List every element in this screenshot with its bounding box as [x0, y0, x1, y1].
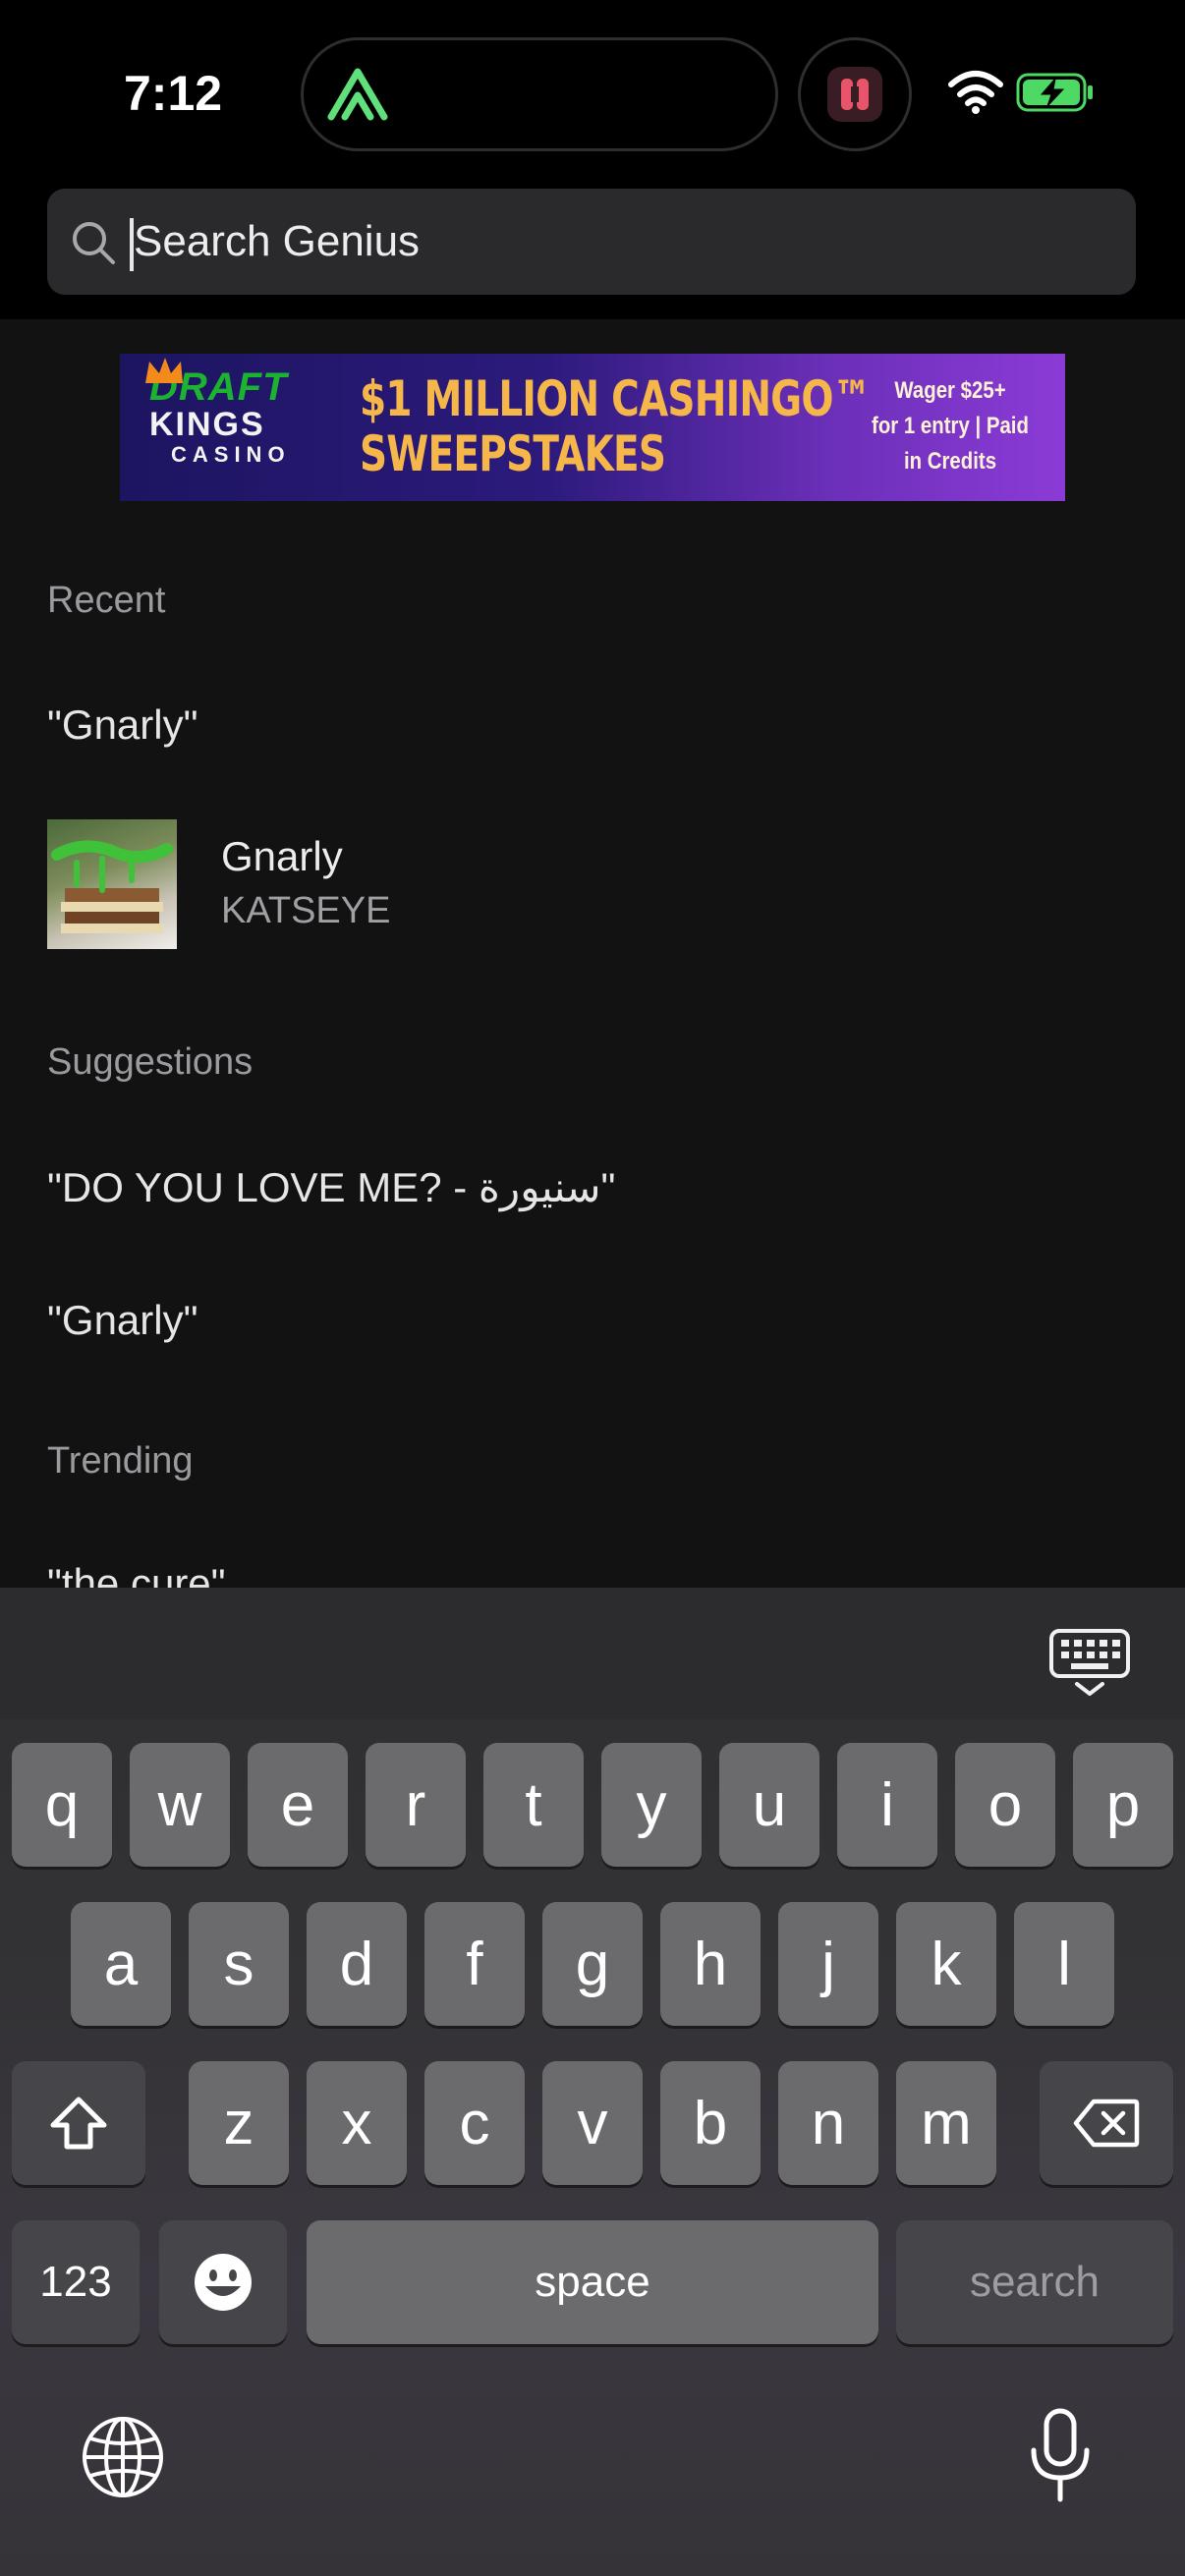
live-activity-app[interactable]: [798, 37, 912, 151]
key-p[interactable]: p: [1073, 1743, 1173, 1867]
space-key[interactable]: space: [307, 2220, 878, 2344]
globe-icon[interactable]: [81, 2415, 165, 2499]
trending-heading: Trending: [47, 1440, 194, 1482]
recent-song-row[interactable]: Gnarly KATSEYE: [47, 819, 1138, 951]
dynamic-island[interactable]: [301, 37, 778, 151]
key-f[interactable]: f: [424, 1902, 525, 2026]
suggestions-heading: Suggestions: [47, 1041, 254, 1083]
brand-line-2: KINGS: [149, 406, 265, 443]
status-bar: 7:12: [0, 0, 1185, 187]
key-v[interactable]: v: [542, 2061, 643, 2185]
app-badge-icon: [827, 67, 882, 122]
key-o[interactable]: o: [955, 1743, 1055, 1867]
key-s[interactable]: s: [189, 1902, 289, 2026]
key-b[interactable]: b: [660, 2061, 761, 2185]
mountain-logo-icon: [327, 68, 388, 121]
promo-line-1: $1 MILLION CASHINGO™: [360, 370, 872, 427]
delete-key[interactable]: [1040, 2061, 1173, 2185]
key-m[interactable]: m: [896, 2061, 996, 2185]
ad-banner[interactable]: DRAFT KINGS CASINO $1 MILLION CASHINGO™ …: [120, 354, 1065, 501]
battery-charging-icon: [1016, 73, 1093, 112]
keyboard-dismiss-icon[interactable]: [1047, 1627, 1132, 1698]
key-h[interactable]: h: [660, 1902, 761, 2026]
key-g[interactable]: g: [542, 1902, 643, 2026]
search-header: [0, 187, 1185, 319]
song-artist: KATSEYE: [221, 890, 391, 931]
microphone-icon[interactable]: [1026, 2407, 1095, 2505]
shift-icon: [50, 2097, 107, 2150]
promo-line-2: SWEEPSTAKES: [360, 425, 666, 482]
recent-query[interactable]: "Gnarly": [47, 701, 198, 749]
key-j[interactable]: j: [778, 1902, 878, 2026]
wifi-icon: [948, 71, 1003, 114]
terms-line-1: Wager $25+: [894, 377, 1006, 404]
shift-key[interactable]: [12, 2061, 145, 2185]
search-bar[interactable]: [47, 189, 1136, 295]
key-k[interactable]: k: [896, 1902, 996, 2026]
emoji-key[interactable]: [159, 2220, 287, 2344]
keyboard: q w e r t y u i o p a s d f g h j k l z …: [0, 1588, 1185, 2576]
key-r[interactable]: r: [366, 1743, 466, 1867]
promo-headline: $1 MILLION CASHINGO™ SWEEPSTAKES: [360, 370, 872, 482]
search-input[interactable]: [134, 189, 1077, 295]
song-title: Gnarly: [221, 833, 343, 879]
emoji-icon: [195, 2254, 252, 2311]
search-icon: [73, 222, 115, 264]
key-i[interactable]: i: [837, 1743, 937, 1867]
key-d[interactable]: d: [307, 1902, 407, 2026]
crown-icon: [145, 358, 183, 383]
status-time: 7:12: [124, 66, 223, 121]
numbers-key[interactable]: 123: [12, 2220, 140, 2344]
key-u[interactable]: u: [719, 1743, 819, 1867]
key-q[interactable]: q: [12, 1743, 112, 1867]
terms-line-2: for 1 entry | Paid: [872, 413, 1029, 439]
key-z[interactable]: z: [189, 2061, 289, 2185]
key-x[interactable]: x: [307, 2061, 407, 2185]
brand-line-3: CASINO: [171, 442, 291, 467]
search-key[interactable]: search: [896, 2220, 1173, 2344]
key-y[interactable]: y: [601, 1743, 702, 1867]
key-c[interactable]: c: [424, 2061, 525, 2185]
key-n[interactable]: n: [778, 2061, 878, 2185]
backspace-icon: [1073, 2099, 1140, 2148]
song-artwork: [47, 819, 177, 949]
promo-terms: Wager $25+ for 1 entry | Paid in Credits: [863, 373, 1039, 479]
terms-line-3: in Credits: [903, 448, 997, 475]
suggestion-item[interactable]: "DO YOU LOVE ME? - سنيورة": [47, 1163, 615, 1211]
key-a[interactable]: a: [71, 1902, 171, 2026]
recent-heading: Recent: [47, 580, 166, 621]
key-t[interactable]: t: [483, 1743, 584, 1867]
key-e[interactable]: e: [248, 1743, 348, 1867]
key-l[interactable]: l: [1014, 1902, 1114, 2026]
key-w[interactable]: w: [130, 1743, 230, 1867]
draftkings-casino-logo: DRAFT KINGS CASINO: [145, 358, 297, 468]
suggestion-item[interactable]: "Gnarly": [47, 1297, 198, 1344]
keyboard-toolbar: [0, 1588, 1185, 1719]
